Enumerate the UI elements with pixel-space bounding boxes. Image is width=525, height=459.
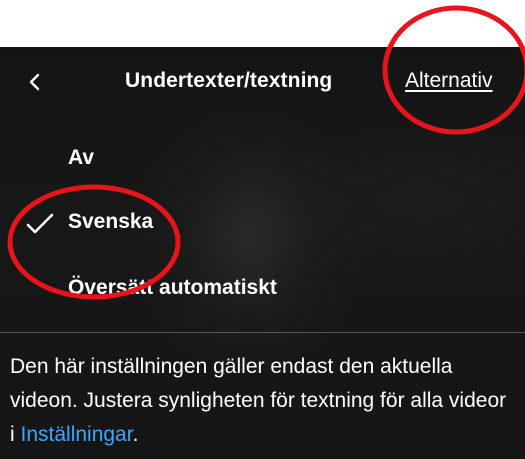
info-text: Den här inställningen gäller endast den …	[10, 350, 515, 452]
settings-link[interactable]: Inställningar	[21, 423, 133, 446]
menu-item-auto-translate[interactable]: Översätt automatiskt	[0, 260, 525, 316]
menu-header: Undertexter/textning Alternativ	[0, 47, 525, 117]
menu-item-swedish[interactable]: Svenska	[0, 196, 525, 252]
captions-menu-panel: Undertexter/textning Alternativ Av Svens…	[0, 47, 525, 459]
divider	[0, 332, 525, 333]
menu-item-label: Av	[68, 146, 95, 169]
menu-item-label: Svenska	[68, 210, 154, 233]
checkmark-icon	[26, 213, 54, 234]
info-text-end: .	[132, 423, 139, 446]
menu-title: Undertexter/textning	[125, 69, 333, 92]
chevron-left-icon	[29, 73, 40, 91]
menu-item-label: Översätt automatiskt	[68, 276, 277, 299]
menu-item-off[interactable]: Av	[0, 132, 525, 188]
back-button[interactable]	[18, 65, 52, 99]
screenshot-page: Undertexter/textning Alternativ Av Svens…	[0, 0, 525, 459]
options-link[interactable]: Alternativ	[405, 69, 493, 93]
